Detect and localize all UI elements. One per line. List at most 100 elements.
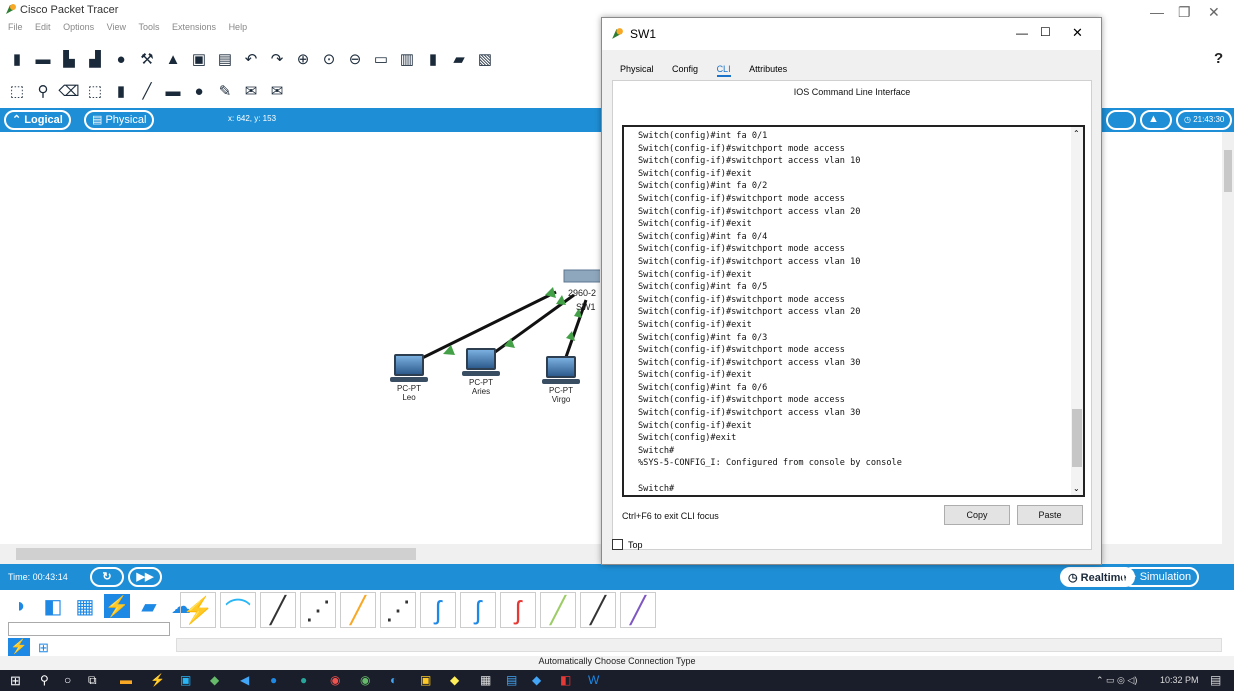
dialog-minimize-icon[interactable]: — (1016, 26, 1028, 40)
scroll-up-icon[interactable]: ⌃ (1073, 129, 1080, 138)
cli-scroll-thumb[interactable] (1072, 409, 1082, 467)
connections-icon[interactable]: ⚡ (104, 594, 130, 618)
device-search-field[interactable] (8, 622, 170, 636)
cli-terminal[interactable]: Switch(config)#int fa 0/1 Switch(config-i… (622, 125, 1085, 497)
pc-virgo[interactable]: PC-PT Virgo (536, 356, 586, 404)
console-cable-icon[interactable]: ⌒ (220, 592, 256, 628)
fiber-cable-icon[interactable]: ╱ (340, 592, 376, 628)
app-icon[interactable]: ◆ (450, 673, 459, 687)
logical-tab[interactable]: ⌃ Logical (4, 110, 71, 130)
restore-icon[interactable]: ❐ (1178, 4, 1191, 21)
menu-options[interactable]: Options (63, 22, 94, 32)
close-icon[interactable]: ✕ (1208, 4, 1220, 21)
save-icon[interactable]: ▙ (60, 50, 78, 68)
wizard-icon[interactable]: ⚒ (138, 50, 156, 68)
octal-cable-icon[interactable]: ╱ (540, 592, 576, 628)
network-devices-icon[interactable]: ◗ (8, 594, 34, 618)
zoom-in-icon[interactable]: ⊕ (294, 50, 312, 68)
end-devices-icon[interactable]: ◧ (40, 594, 66, 618)
connection-scrollbar[interactable] (176, 638, 1222, 652)
top-checkbox[interactable] (612, 539, 623, 550)
whatsapp-icon[interactable]: ◉ (360, 673, 370, 687)
document-icon[interactable]: ▮ (424, 50, 442, 68)
app-icon[interactable]: ◐ (390, 673, 397, 687)
tray-icons[interactable]: ⌃ ▭ ◎ ◁) (1096, 675, 1137, 686)
task-view-icon[interactable]: ⧉ (88, 673, 97, 688)
notification-icon[interactable]: ▤ (1210, 673, 1221, 687)
app-icon[interactable]: ▣ (420, 673, 431, 687)
copy-button[interactable]: Copy (944, 505, 1010, 525)
usb-cable-icon[interactable]: ╱ (620, 592, 656, 628)
menu-tools[interactable]: Tools (138, 22, 159, 32)
coaxial-cable-icon[interactable]: ʃ (420, 592, 456, 628)
word-icon[interactable]: W (588, 673, 599, 687)
chrome-icon[interactable]: ◉ (330, 673, 340, 687)
tab-physical[interactable]: Physical (620, 64, 654, 74)
app-icon[interactable]: ◆ (532, 673, 541, 687)
app-icon[interactable]: ⚡ (150, 673, 165, 687)
grid-icon[interactable]: ⊞ (38, 640, 54, 655)
cortana-icon[interactable]: ○ (64, 673, 71, 687)
new-file-icon[interactable]: ▮ (8, 50, 26, 68)
minimize-icon[interactable]: — (1150, 4, 1164, 20)
complex-pdu-icon[interactable]: ✉ (268, 82, 286, 100)
custom-devices-icon[interactable]: ▥ (398, 50, 416, 68)
select-icon[interactable]: ⬚ (8, 82, 26, 100)
inspect-icon[interactable]: ⚲ (34, 82, 52, 100)
serial-dte-icon[interactable]: ʃ (500, 592, 536, 628)
misc-icon[interactable]: ▰ (136, 594, 162, 618)
drawing-palette-icon[interactable]: ▭ (372, 50, 390, 68)
paste-icon[interactable]: ▤ (216, 50, 234, 68)
selected-category-icon[interactable]: ⚡ (8, 638, 30, 656)
environment-button[interactable]: ▲ (1140, 110, 1172, 130)
draw-ellipse-icon[interactable]: ● (190, 82, 208, 100)
help-icon[interactable]: ? (1214, 50, 1223, 67)
zoom-out-icon[interactable]: ⊖ (346, 50, 364, 68)
fast-forward-button[interactable]: ▶▶ (128, 567, 162, 587)
app-icon[interactable]: ◆ (210, 673, 219, 687)
app-icon[interactable]: ▣ (180, 673, 191, 687)
network-info-icon[interactable]: ▲ (164, 50, 182, 68)
tab-attributes[interactable]: Attributes (749, 64, 787, 74)
serial-dce-icon[interactable]: ʃ (460, 592, 496, 628)
pc-aries[interactable]: PC-PT Aries (456, 348, 506, 396)
dialog-close-icon[interactable]: ✕ (1072, 25, 1083, 41)
windows-start-icon[interactable]: ⊞ (10, 673, 21, 689)
print-icon[interactable]: ▟ (86, 50, 104, 68)
image-icon[interactable]: ▧ (476, 50, 494, 68)
copy-icon[interactable]: ▣ (190, 50, 208, 68)
crossover-cable-icon[interactable]: ⋰ (300, 592, 336, 628)
note-icon[interactable]: ▮ (112, 82, 130, 100)
menu-extensions[interactable]: Extensions (172, 22, 216, 32)
search-icon[interactable]: ⚲ (40, 673, 49, 687)
delete-icon[interactable]: ⌫ (58, 82, 79, 100)
components-icon[interactable]: ▦ (72, 594, 98, 618)
app-icon[interactable]: ▤ (506, 673, 517, 687)
app-icon[interactable]: ▦ (480, 673, 491, 687)
simple-pdu-icon[interactable]: ✉ (242, 82, 260, 100)
simulation-mode-button[interactable]: ◔ Simulation (1122, 567, 1200, 587)
open-folder-icon[interactable]: ▬ (34, 50, 52, 68)
workspace-vertical-scrollbar[interactable] (1222, 132, 1234, 544)
draw-rectangle-icon[interactable]: ▬ (164, 82, 182, 100)
viewport-button[interactable] (1106, 110, 1136, 130)
app-icon[interactable]: ◀ (240, 673, 249, 687)
tab-config[interactable]: Config (672, 64, 698, 74)
tab-cli[interactable]: CLI (716, 64, 731, 77)
menu-view[interactable]: View (107, 22, 126, 32)
zoom-reset-icon[interactable]: ⊙ (320, 50, 338, 68)
switch-icon[interactable] (563, 269, 600, 283)
paste-button[interactable]: Paste (1017, 505, 1083, 525)
undo-icon[interactable]: ↶ (242, 50, 260, 68)
scroll-thumb[interactable] (1224, 150, 1232, 192)
dialog-maximize-icon[interactable]: ☐ (1040, 25, 1051, 39)
menu-edit[interactable]: Edit (35, 22, 51, 32)
app-icon[interactable]: ● (270, 673, 277, 687)
resize-icon[interactable]: ⬚ (86, 82, 104, 100)
pc-leo[interactable]: PC-PT Leo (384, 354, 434, 402)
menu-help[interactable]: Help (229, 22, 248, 32)
app-icon[interactable]: ◧ (560, 673, 571, 687)
straight-through-cable-icon[interactable]: ╱ (260, 592, 296, 628)
scroll-thumb[interactable] (16, 548, 416, 560)
menu-file[interactable]: File (8, 22, 23, 32)
